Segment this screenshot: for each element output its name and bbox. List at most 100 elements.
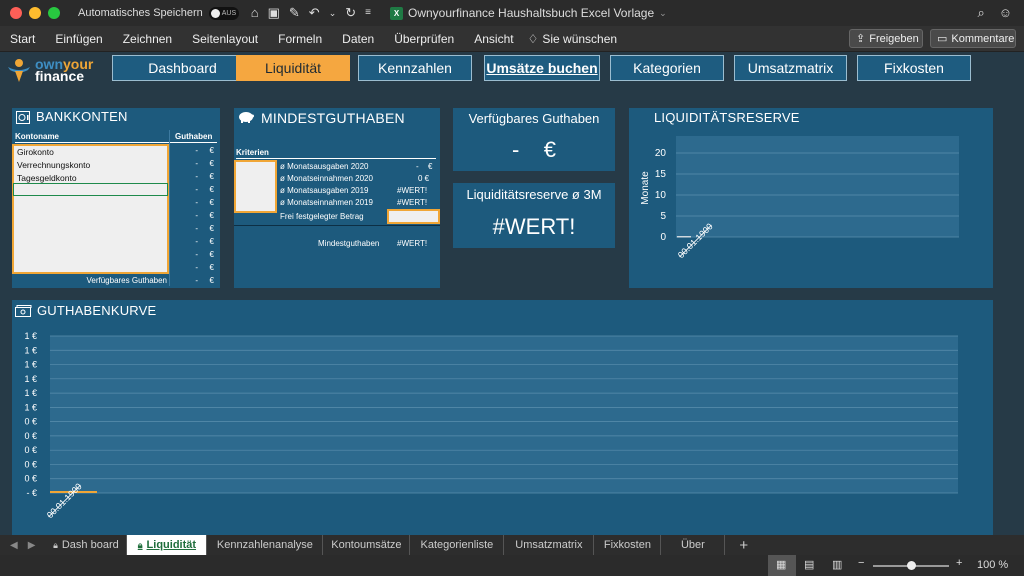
- search-icon[interactable]: ⌕: [977, 5, 984, 21]
- save-icon[interactable]: ▣: [268, 5, 280, 21]
- nav-kategorien-button[interactable]: Kategorien: [610, 55, 724, 81]
- normal-view-icon: ▦: [776, 559, 787, 571]
- sheet-tab[interactable]: Kennzahlenanalyse: [207, 535, 324, 555]
- ribbon-menu: Start Einfügen Zeichnen Seitenlayout Formeln…: [0, 26, 1024, 52]
- page-break-icon[interactable]: ▥: [832, 558, 842, 571]
- balance-value: -: [195, 172, 198, 181]
- customize-toolbar-icon[interactable]: ≡: [365, 7, 371, 21]
- home-icon[interactable]: ⌂: [251, 5, 259, 21]
- mindestguthaben-panel: MINDESTGUTHABEN Kriterien ø Monatsausgab…: [234, 108, 440, 288]
- status-bar: ▦ ▤ ▥ − + 100 %: [0, 555, 1024, 576]
- sheet-tab[interactable]: 🔒︎ Dash board: [45, 535, 128, 555]
- minimize-window-button[interactable]: [29, 7, 41, 19]
- page-layout-icon[interactable]: ▤: [804, 558, 814, 571]
- bankkonten-title: BANKKONTEN: [36, 109, 128, 124]
- zoom-slider-handle[interactable]: [907, 561, 916, 570]
- account-name-cell[interactable]: Verrechnungskonto: [15, 159, 90, 172]
- share-icon: ⇪: [856, 33, 866, 45]
- scroll-right-icon[interactable]: ▶: [28, 540, 36, 551]
- liquiditaetsreserve-chart-panel: LIQUIDITÄTSRESERVE 20 15 10 5 0 Monate 00.01.1…: [629, 108, 993, 288]
- criteria-label: Kriterien: [236, 148, 269, 157]
- ribbon-tab[interactable]: Zeichnen: [123, 32, 172, 46]
- nav-liquiditaet-button[interactable]: Liquidität: [236, 55, 350, 81]
- criteria-label-row: ø Monatseinnahmen 2020: [280, 174, 373, 183]
- ribbon-tab[interactable]: Einfügen: [55, 32, 102, 46]
- ownyourfinance-logo: ownyour finance: [6, 57, 93, 83]
- balance-currency: €: [209, 198, 214, 207]
- logo-figure-icon: [8, 59, 30, 82]
- autosave-toggle[interactable]: AUS: [208, 6, 239, 20]
- scroll-left-icon[interactable]: ◀: [10, 540, 18, 551]
- comments-button[interactable]: ▭ Kommentare: [930, 29, 1016, 48]
- account-name-cell[interactable]: Girokonto: [15, 146, 54, 159]
- y-tick-label: 20: [655, 148, 667, 159]
- criteria-input-range[interactable]: [234, 160, 277, 213]
- total-currency: €: [209, 276, 214, 285]
- y-tick-label: 0 €: [24, 459, 37, 469]
- ribbon-tab[interactable]: Überprüfen: [394, 32, 454, 46]
- y-tick-label: 15: [655, 169, 667, 180]
- total-value: -: [195, 276, 198, 285]
- document-title-text: Ownyourfinance Haushaltsbuch Excel Vorla…: [408, 6, 655, 20]
- sheet-tab[interactable]: 🔒︎ Liquidität: [127, 535, 208, 555]
- mindestguthaben-label: Mindestguthaben: [318, 239, 380, 248]
- sheet-tab[interactable]: Fixkosten: [594, 535, 662, 555]
- zoom-slider[interactable]: [873, 561, 949, 570]
- total-label: Verfügbares Guthaben: [86, 276, 167, 285]
- nav-umsatzmatrix-button[interactable]: Umsatzmatrix: [734, 55, 847, 81]
- piggy-bank-icon: [239, 112, 254, 123]
- balance-value: -: [195, 224, 198, 233]
- liquiditaetsreserve-3m-panel: Liquiditätsreserve ø 3M #WERT!: [453, 183, 615, 248]
- y-tick-label: 1 €: [24, 402, 37, 412]
- y-tick-label: 0: [660, 232, 666, 243]
- sheet-tab-label: Kennzahlenanalyse: [216, 539, 313, 551]
- balance-currency: €: [209, 159, 214, 168]
- sheet-tab-label: Liquidität: [146, 539, 197, 551]
- worksheet: ownyour finance Dashboard Liquidität Ken…: [0, 53, 1024, 535]
- add-sheet-button[interactable]: +: [739, 537, 748, 554]
- edit-icon[interactable]: ✎: [289, 5, 300, 21]
- nav-fixkosten-button[interactable]: Fixkosten: [857, 55, 971, 81]
- account-icon[interactable]: ☺: [999, 5, 1012, 21]
- ribbon-tab[interactable]: Start: [10, 32, 35, 46]
- sheet-tab[interactable]: Umsatzmatrix: [504, 535, 595, 555]
- nav-dashboard-button[interactable]: Dashboard: [112, 55, 253, 81]
- account-name-cell[interactable]: Tagesgeldkonto: [15, 172, 77, 185]
- criteria-label-row: ø Monatseinnahmen 2019: [280, 198, 373, 207]
- ribbon-tab[interactable]: Ansicht: [474, 32, 513, 46]
- y-tick-label: 1 €: [24, 374, 37, 384]
- tell-me-box[interactable]: ♢ Sie wünschen: [528, 32, 617, 46]
- close-window-button[interactable]: [10, 7, 22, 19]
- nav-kennzahlen-button[interactable]: Kennzahlen: [358, 55, 472, 81]
- ribbon-tab[interactable]: Seitenlayout: [192, 32, 258, 46]
- nav-umsaetze-buchen-button[interactable]: Umsätze buchen: [484, 55, 600, 81]
- balance-value: -: [195, 211, 198, 220]
- zoom-in-button[interactable]: +: [956, 557, 962, 569]
- safe-icon: [16, 111, 30, 124]
- undo-icon[interactable]: ↶: [309, 5, 320, 21]
- liquiditaetsreserve-3m-title: Liquiditätsreserve ø 3M: [466, 187, 602, 202]
- criteria-label-row: ø Monatsausgaben 2019: [280, 186, 369, 195]
- sheet-tab[interactable]: Kontoumsätze: [323, 535, 411, 555]
- guthaben-header: Guthaben: [175, 132, 213, 141]
- sheet-tab[interactable]: Kategorienliste: [410, 535, 505, 555]
- share-button[interactable]: ⇪ Freigeben: [849, 29, 923, 48]
- ribbon-tab[interactable]: Daten: [342, 32, 374, 46]
- redo-icon[interactable]: ↻: [345, 5, 356, 21]
- sheet-tab-label: Kontoumsätze: [331, 539, 402, 551]
- zoom-window-button[interactable]: [48, 7, 60, 19]
- chevron-down-icon[interactable]: ⌄: [659, 8, 667, 19]
- sheet-tab[interactable]: Über: [661, 535, 726, 555]
- balance-value: -: [195, 185, 198, 194]
- zoom-out-button[interactable]: −: [858, 557, 864, 569]
- sheet-tab-label: Kategorienliste: [420, 539, 494, 551]
- chevron-down-icon[interactable]: ⌄: [329, 8, 337, 21]
- criteria-value: #WERT!: [397, 186, 428, 195]
- plot-area: [676, 136, 959, 237]
- liquiditaetsreserve-chart: 20151050Monate00.01.1900: [640, 136, 959, 260]
- criteria-value: #WERT!: [397, 198, 428, 207]
- criteria-value: 0 €: [418, 174, 430, 183]
- fixed-amount-input[interactable]: [387, 209, 440, 224]
- tell-me-label: Sie wünschen: [542, 31, 618, 46]
- ribbon-tab[interactable]: Formeln: [278, 32, 322, 46]
